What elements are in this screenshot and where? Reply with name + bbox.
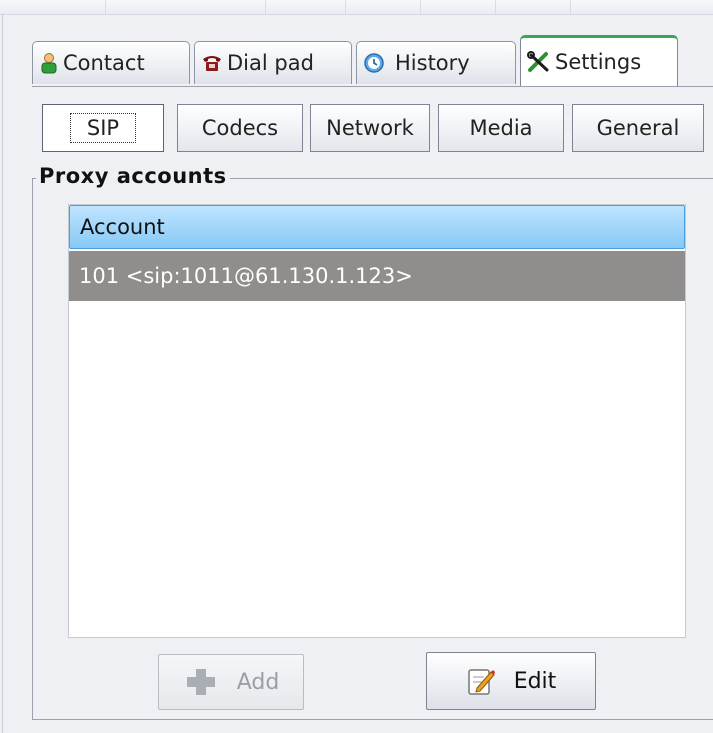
subtab-media[interactable]: Media	[438, 104, 564, 152]
tab-strip-baseline	[32, 86, 713, 87]
edit-button-label: Edit	[513, 668, 557, 694]
telephone-icon	[201, 53, 223, 73]
subtab-codecs-label: Codecs	[201, 116, 279, 140]
tab-history[interactable]: History	[356, 41, 516, 84]
tab-contact-label: Contact	[63, 51, 145, 75]
column-header-account[interactable]: Account	[69, 205, 685, 249]
toolbar-cell	[495, 0, 571, 14]
tab-settings-label: Settings	[555, 50, 642, 74]
add-button-label: Add	[236, 669, 280, 695]
proxy-accounts-title: Proxy accounts	[36, 164, 230, 188]
subtab-network[interactable]: Network	[310, 104, 430, 152]
clock-icon	[363, 52, 385, 74]
subtab-media-label: Media	[469, 116, 533, 140]
edit-button[interactable]: Edit	[426, 652, 596, 710]
subtab-sip[interactable]: SIP	[42, 104, 164, 152]
window-left-border	[2, 14, 3, 733]
toolbar-cell	[0, 0, 106, 14]
toolbar-cell	[345, 0, 421, 14]
subtab-sip-label: SIP	[69, 113, 137, 143]
subtab-general[interactable]: General	[572, 104, 704, 152]
tab-dial-pad-label: Dial pad	[227, 51, 314, 75]
settings-subtabs: SIP Codecs Network Media General	[42, 104, 713, 154]
subtab-general-label: General	[596, 116, 680, 140]
subtab-codecs[interactable]: Codecs	[177, 104, 303, 152]
edit-pencil-icon	[466, 666, 496, 696]
toolbar-cell	[105, 0, 266, 14]
toolbar-cell	[265, 0, 346, 14]
list-item[interactable]: 101 <sip:1011@61.130.1.123>	[69, 251, 685, 301]
tools-icon	[527, 51, 551, 73]
contact-icon	[39, 52, 59, 74]
tab-settings[interactable]: Settings	[520, 35, 678, 86]
plus-icon	[183, 667, 219, 697]
proxy-accounts-list[interactable]: Account 101 <sip:1011@61.130.1.123>	[68, 204, 686, 638]
tab-dial-pad[interactable]: Dial pad	[194, 41, 352, 84]
tab-history-label: History	[395, 51, 470, 75]
top-toolbar-strip	[0, 0, 713, 15]
tab-contact[interactable]: Contact	[32, 41, 190, 84]
subtab-network-label: Network	[326, 116, 414, 140]
toolbar-cell	[420, 0, 496, 14]
add-button[interactable]: Add	[158, 654, 304, 710]
